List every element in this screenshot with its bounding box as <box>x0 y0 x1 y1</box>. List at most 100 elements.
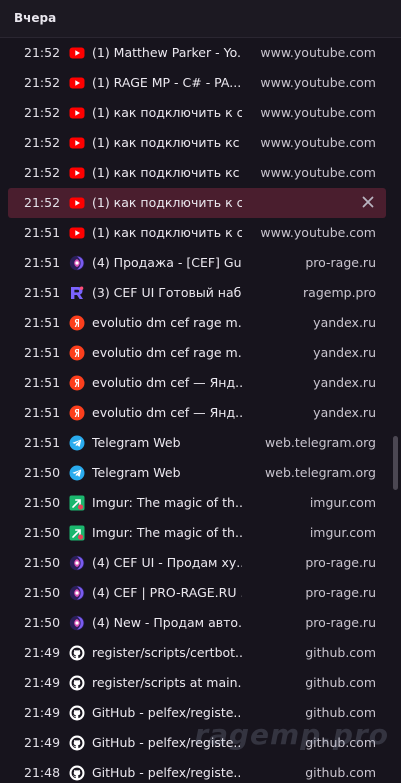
visit-time: 21:48 <box>24 765 61 780</box>
history-row[interactable]: 21:51 evolutio dm cef rage m... yandex.ru <box>8 308 386 338</box>
visit-time: 21:51 <box>24 225 61 240</box>
telegram-icon <box>69 435 85 451</box>
youtube-icon <box>69 105 85 121</box>
page-domain: ragemp.pro <box>303 285 376 300</box>
page-domain: pro-rage.ru <box>305 615 376 630</box>
history-row[interactable]: 21:51 Telegram Web web.telegram.org <box>8 428 386 458</box>
visit-time: 21:51 <box>24 285 61 300</box>
visit-time: 21:50 <box>24 615 61 630</box>
page-domain: web.telegram.org <box>265 435 376 450</box>
page-title: evolutio dm cef — Янд... <box>92 375 242 390</box>
history-row[interactable]: 21:51 (1) как подключить к с... www.youtub… <box>8 218 386 248</box>
page-title: GitHub - pelfex/registe... <box>92 705 242 720</box>
page-title: (1) как подключить к с... <box>92 225 242 240</box>
pro-rage-icon <box>69 585 85 601</box>
history-row[interactable]: 21:52 (1) как подключить к с... www.youtub… <box>8 98 386 128</box>
imgur-icon <box>69 495 85 511</box>
page-domain: web.telegram.org <box>265 465 376 480</box>
page-domain: www.youtube.com <box>260 105 376 120</box>
history-row[interactable]: 21:51 evolutio dm cef — Янд... yandex.ru <box>8 398 386 428</box>
history-row[interactable]: 21:52 (1) Matthew Parker - Yo... www.youtu… <box>8 38 386 68</box>
history-row[interactable]: 21:49 register/scripts/certbot... github.c… <box>8 638 386 668</box>
page-title: (4) Продажа - [CEF] Gu... <box>92 255 242 270</box>
history-row[interactable]: 21:51 evolutio dm cef rage m... yandex.ru <box>8 338 386 368</box>
page-title: GitHub - pelfex/registe... <box>92 765 242 780</box>
history-row[interactable]: 21:50 (4) New - Продам авто... pro-rage.ru <box>8 608 386 638</box>
history-row[interactable]: 21:49 GitHub - pelfex/registe... github.co… <box>8 698 386 728</box>
page-domain: yandex.ru <box>313 375 376 390</box>
page-domain: pro-rage.ru <box>305 585 376 600</box>
history-row[interactable]: 21:48 GitHub - pelfex/registe... github.co… <box>8 758 386 783</box>
github-icon <box>69 735 85 751</box>
history-row[interactable]: 21:50 (4) CEF | PRO-RAGE.RU ... pro-rage.r… <box>8 578 386 608</box>
yandex-icon <box>69 315 85 331</box>
page-title: Imgur: The magic of th... <box>92 525 242 540</box>
history-row[interactable]: 21:51 (4) Продажа - [CEF] Gu... pro-rage.r… <box>8 248 386 278</box>
page-domain: yandex.ru <box>313 345 376 360</box>
history-row[interactable]: 21:52 (1) как подключить кс ... www.youtub… <box>8 128 386 158</box>
page-title: (4) CEF | PRO-RAGE.RU ... <box>92 585 242 600</box>
history-row[interactable]: 21:50 Telegram Web web.telegram.org <box>8 458 386 488</box>
page-domain: www.youtube.com <box>260 225 376 240</box>
history-row[interactable]: 21:50 Imgur: The magic of th... imgur.com <box>8 488 386 518</box>
page-title: (1) как подключить кс ... <box>92 165 242 180</box>
page-domain: imgur.com <box>309 495 376 510</box>
visit-time: 21:49 <box>24 675 61 690</box>
visit-time: 21:50 <box>24 465 61 480</box>
page-title: (3) CEF UI Готовый наб... <box>92 285 242 300</box>
history-panel: Вчера 21:52 (1) Matthew Parker - Yo... www… <box>0 0 401 783</box>
history-row[interactable]: 21:50 (4) CEF UI - Продам ху... pro-rage.r… <box>8 548 386 578</box>
history-row[interactable]: 21:49 GitHub - pelfex/registe... github.co… <box>8 728 386 758</box>
history-row[interactable]: 21:51 (3) CEF UI Готовый наб... ragemp.pro <box>8 278 386 308</box>
visit-time: 21:51 <box>24 405 61 420</box>
page-title: register/scripts/certbot... <box>92 645 242 660</box>
visit-time: 21:50 <box>24 555 61 570</box>
visit-time: 21:51 <box>24 375 61 390</box>
page-domain: github.com <box>305 675 376 690</box>
yandex-icon <box>69 405 85 421</box>
history-row[interactable]: 21:52 (1) RAGE MP - C# - PA... www.youtube… <box>8 68 386 98</box>
page-title: register/scripts at main... <box>92 675 242 690</box>
visit-time: 21:49 <box>24 735 61 750</box>
history-row[interactable]: 21:51 evolutio dm cef — Янд... yandex.ru <box>8 368 386 398</box>
page-domain: www.youtube.com <box>260 135 376 150</box>
youtube-icon <box>69 135 85 151</box>
page-domain: github.com <box>305 735 376 750</box>
youtube-icon <box>69 165 85 181</box>
page-title: (4) CEF UI - Продам ху... <box>92 555 242 570</box>
visit-time: 21:51 <box>24 255 61 270</box>
page-domain: yandex.ru <box>313 405 376 420</box>
pro-rage-icon <box>69 555 85 571</box>
page-title: (1) RAGE MP - C# - PA... <box>92 75 242 90</box>
page-domain: www.youtube.com <box>260 165 376 180</box>
page-title: Telegram Web <box>92 465 181 480</box>
visit-time: 21:52 <box>24 75 61 90</box>
visit-time: 21:50 <box>24 585 61 600</box>
history-row[interactable]: 21:49 register/scripts at main... github.c… <box>8 668 386 698</box>
page-domain: www.youtube.com <box>260 75 376 90</box>
page-domain: yandex.ru <box>313 315 376 330</box>
history-row[interactable]: 21:52 (1) как подключить кс ... www.youtub… <box>8 158 386 188</box>
page-title: (1) как подключить кс ... <box>92 135 242 150</box>
youtube-icon <box>69 75 85 91</box>
history-row[interactable]: 21:52 (1) как подключить к с... <box>8 188 386 218</box>
page-title: evolutio dm cef — Янд... <box>92 405 242 420</box>
page-title: evolutio dm cef rage m... <box>92 345 242 360</box>
page-title: (1) Matthew Parker - Yo... <box>92 45 242 60</box>
ragemp-icon <box>69 285 85 301</box>
page-title: (4) New - Продам авто... <box>92 615 242 630</box>
github-icon <box>69 705 85 721</box>
close-icon[interactable] <box>360 194 376 210</box>
pro-rage-icon <box>69 255 85 271</box>
group-title: Вчера <box>14 11 57 25</box>
visit-time: 21:52 <box>24 165 61 180</box>
history-row[interactable]: 21:50 Imgur: The magic of th... imgur.com <box>8 518 386 548</box>
visit-time: 21:49 <box>24 705 61 720</box>
scrollbar-thumb[interactable] <box>393 436 398 490</box>
github-icon <box>69 765 85 781</box>
visit-time: 21:51 <box>24 315 61 330</box>
yandex-icon <box>69 375 85 391</box>
page-domain: www.youtube.com <box>260 45 376 60</box>
page-title: evolutio dm cef rage m... <box>92 315 242 330</box>
telegram-icon <box>69 465 85 481</box>
